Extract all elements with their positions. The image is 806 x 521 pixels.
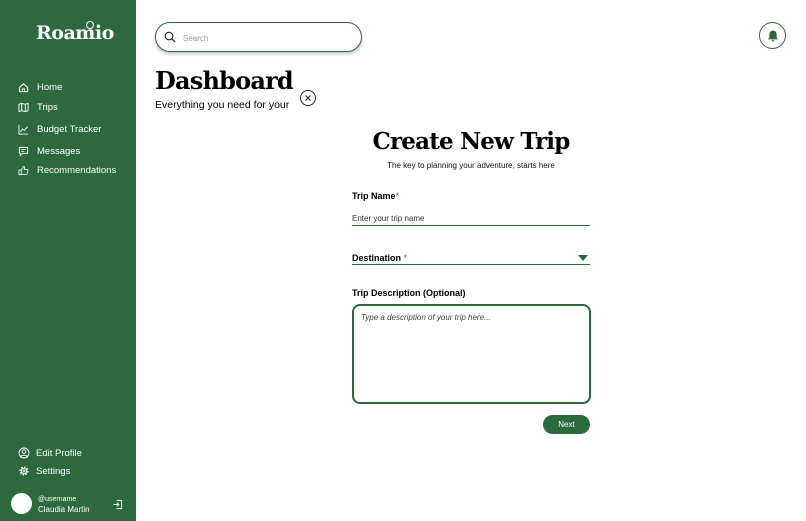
description-label: Trip Description (Optional) [352,288,466,298]
app-logo[interactable]: Roamio [36,22,114,44]
chevron-down-icon[interactable] [578,255,588,261]
sidebar-item-edit-profile[interactable]: Edit Profile [18,447,82,459]
avatar[interactable] [11,493,32,514]
close-modal-button[interactable] [300,90,316,106]
sidebar-item-settings[interactable]: Settings [18,465,70,477]
modal-title: Create New Trip [372,128,570,155]
trip-name-label: Trip Name* [352,191,399,201]
modal-subtitle: The key to planning your adventure, star… [387,161,555,170]
page-subtitle: Everything you need for your next advent… [155,99,290,111]
sidebar-item-budget-tracker[interactable]: Budget Tracker [18,124,101,135]
gear-icon [19,466,29,476]
trip-name-label-text: Trip Name [352,191,396,201]
home-icon [18,83,29,93]
search-input[interactable] [181,29,355,47]
sidebar-item-trips[interactable]: Trips [18,102,58,113]
required-mark: * [403,253,408,263]
sidebar-item-label: Edit Profile [36,447,82,459]
description-textarea[interactable] [352,304,591,404]
map-icon [18,102,29,113]
sidebar-item-label: Budget Tracker [37,124,102,135]
destination-select[interactable] [352,264,590,265]
close-icon [305,95,311,101]
bell-icon [767,30,778,42]
destination-label: Destination * [352,253,407,263]
user-name: Claudia Martin [38,505,90,514]
message-icon [18,146,29,157]
sidebar-item-home[interactable]: Home [18,82,62,93]
search-icon [164,31,176,43]
sidebar-item-label: Home [37,82,63,93]
notifications-button[interactable] [759,22,786,49]
page-title: Dashboard [155,66,294,95]
trip-name-input[interactable] [352,211,590,226]
logout-icon[interactable] [112,499,123,510]
required-mark: * [395,191,400,201]
sidebar-item-label: Messages [37,146,81,157]
sidebar-item-label: Settings [36,465,71,477]
logo-dot-icon [86,21,94,29]
destination-label-text: Destination [352,253,402,263]
user-circle-icon [18,447,30,459]
chart-line-icon [18,124,29,135]
user-handle: @username [38,496,77,503]
sidebar-item-messages[interactable]: Messages [18,146,80,157]
sidebar-item-label: Recommendations [37,165,117,176]
thumbs-up-icon [18,165,29,176]
search-bar[interactable] [155,22,362,52]
sidebar-item-label: Trips [37,102,58,113]
sidebar: Roamio Home Trips Budget Tracker Message… [0,0,136,521]
sidebar-item-recommendations[interactable]: Recommendations [18,165,116,176]
next-button[interactable]: Next [543,415,590,434]
